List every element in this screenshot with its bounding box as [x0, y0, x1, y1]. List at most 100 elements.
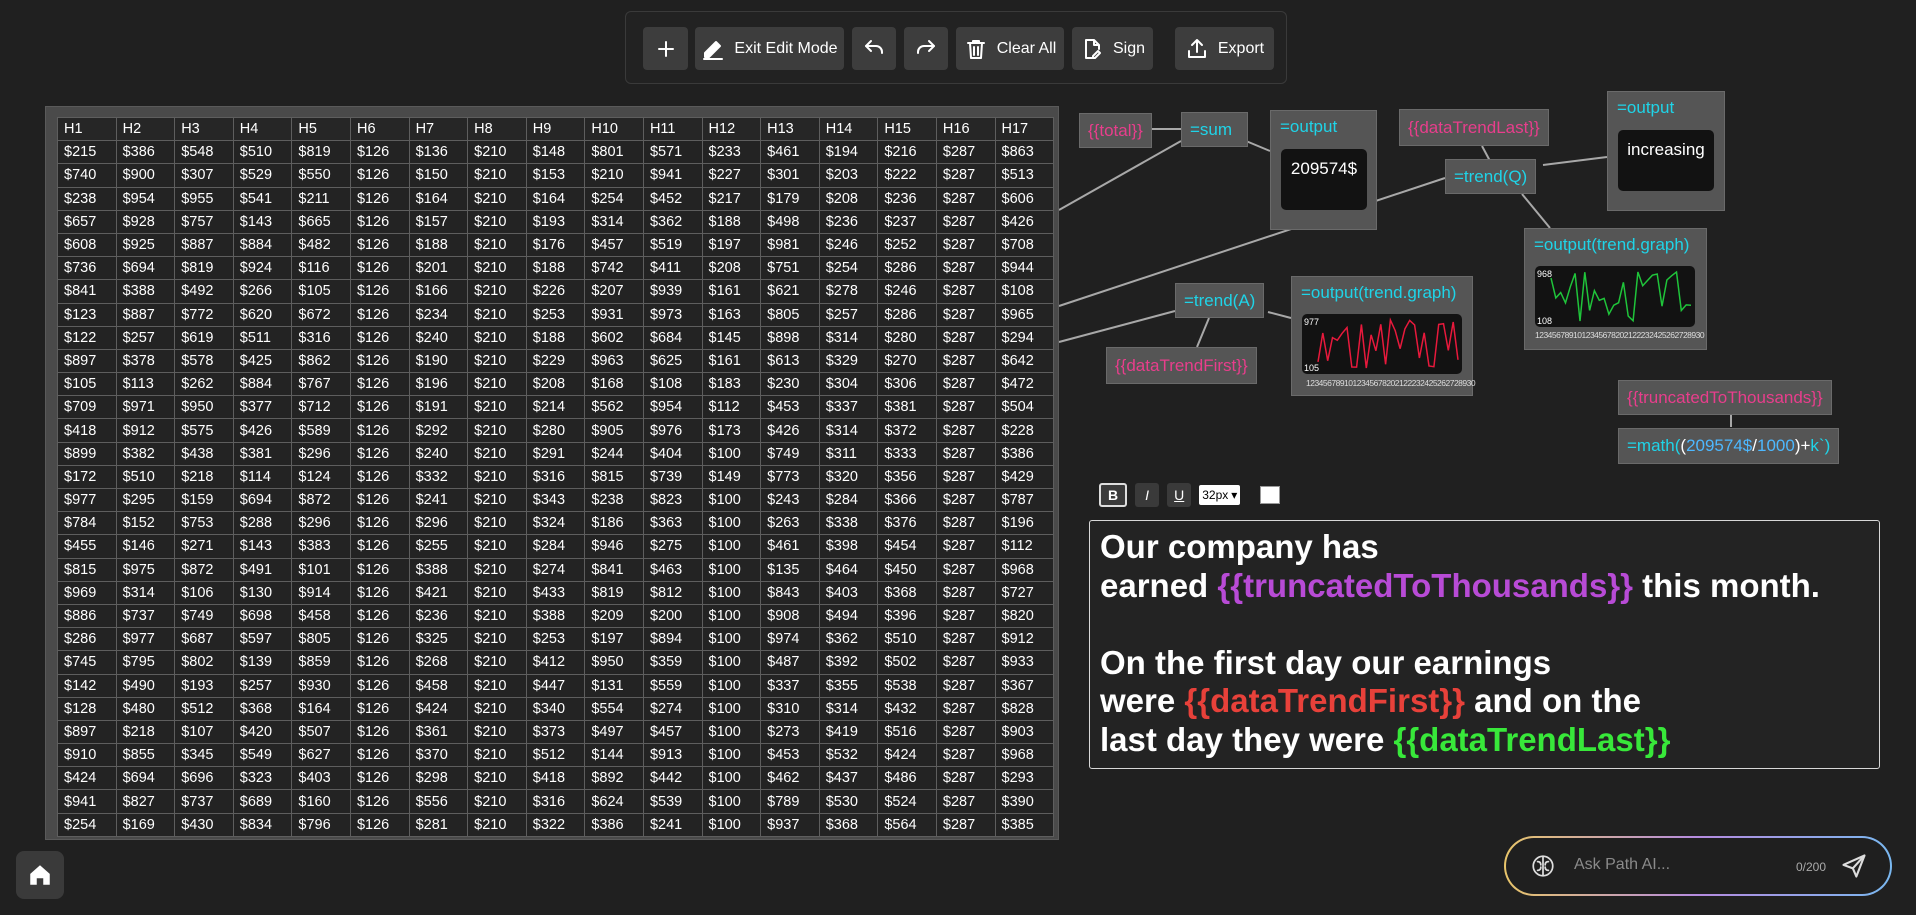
table-cell[interactable]: $955	[174, 186, 234, 211]
table-cell[interactable]: $529	[232, 163, 293, 188]
table-cell[interactable]: $903	[994, 719, 1055, 745]
table-cell[interactable]: $263	[760, 511, 820, 536]
table-cell[interactable]: $100	[701, 719, 762, 745]
font-size-select[interactable]: 32px ▾	[1199, 485, 1241, 505]
table-cell[interactable]: $784	[57, 511, 117, 536]
sign-button[interactable]: Sign	[1072, 27, 1153, 70]
table-cell[interactable]: $538	[877, 673, 937, 698]
table-cell[interactable]: $490	[115, 673, 176, 698]
table-cell[interactable]: $362	[642, 209, 703, 234]
table-cell[interactable]: $325	[408, 627, 469, 652]
table-cell[interactable]: $210	[467, 534, 527, 559]
table-cell[interactable]: $324	[525, 511, 586, 536]
table-cell[interactable]: $257	[818, 302, 879, 327]
table-cell[interactable]: $159	[174, 487, 234, 513]
table-cell[interactable]: $188	[701, 209, 762, 234]
table-cell[interactable]: $802	[174, 650, 234, 675]
data-trend-last-template-node[interactable]: {{dataTrendLast}}	[1399, 109, 1549, 146]
table-cell[interactable]: $510	[115, 464, 176, 490]
table-cell[interactable]: $437	[818, 766, 879, 791]
trend-graph-q-node[interactable]: =output(trend.graph) 968 108 12345678910…	[1524, 228, 1707, 350]
table-cell[interactable]: $749	[174, 603, 234, 629]
ask-ai-bar[interactable]: Ask Path AI... 0/200	[1504, 836, 1892, 896]
table-cell[interactable]: $146	[115, 534, 176, 559]
table-cell[interactable]: $210	[467, 302, 527, 327]
table-cell[interactable]: $218	[174, 464, 234, 490]
table-cell[interactable]: $455	[57, 534, 117, 559]
table-cell[interactable]: $386	[115, 140, 176, 165]
table-cell[interactable]: $296	[291, 511, 351, 536]
table-cell[interactable]: $210	[467, 557, 527, 582]
table-cell[interactable]: $316	[291, 325, 351, 350]
table-cell[interactable]: $910	[57, 743, 117, 768]
table-cell[interactable]: $480	[115, 696, 176, 721]
table-cell[interactable]: $820	[994, 603, 1055, 629]
table-cell[interactable]: $843	[760, 580, 820, 605]
table-cell[interactable]: $946	[584, 534, 644, 559]
table-cell[interactable]: $828	[994, 696, 1055, 721]
table-cell[interactable]: $805	[760, 302, 820, 327]
table-cell[interactable]: $296	[291, 441, 351, 466]
table-cell[interactable]: $100	[701, 743, 762, 768]
table-cell[interactable]: $507	[291, 719, 351, 745]
table-cell[interactable]: $274	[642, 696, 703, 721]
table-cell[interactable]: $280	[525, 418, 586, 443]
table-cell[interactable]: $753	[174, 511, 234, 536]
table-cell[interactable]: $432	[877, 696, 937, 721]
rich-text-editor[interactable]: Our company has earned {{truncatedToThou…	[1089, 520, 1880, 769]
table-cell[interactable]: $208	[525, 372, 586, 397]
table-cell[interactable]: $355	[818, 673, 879, 698]
table-cell[interactable]: $388	[525, 603, 586, 629]
table-cell[interactable]: $287	[935, 418, 996, 443]
table-cell[interactable]: $210	[467, 395, 527, 420]
table-cell[interactable]: $287	[935, 766, 996, 791]
table-cell[interactable]: $519	[642, 232, 703, 258]
table-cell[interactable]: $287	[935, 464, 996, 490]
table-cell[interactable]: $541	[232, 186, 293, 211]
table-cell[interactable]: $278	[818, 279, 879, 304]
table-cell[interactable]: $930	[291, 673, 351, 698]
table-cell[interactable]: $287	[935, 209, 996, 234]
table-cell[interactable]: $928	[115, 209, 176, 234]
table-cell[interactable]: $218	[115, 719, 176, 745]
table-cell[interactable]: $210	[467, 511, 527, 536]
table-cell[interactable]: $126	[349, 256, 410, 281]
table-cell[interactable]: $281	[408, 812, 469, 837]
column-header[interactable]: H10	[584, 116, 644, 142]
table-cell[interactable]: $559	[642, 673, 703, 698]
table-cell[interactable]: $689	[232, 789, 293, 814]
redo-button[interactable]	[904, 27, 948, 70]
table-cell[interactable]: $433	[525, 580, 586, 605]
table-cell[interactable]: $426	[994, 209, 1055, 234]
table-cell[interactable]: $403	[291, 766, 351, 791]
table-cell[interactable]: $301	[760, 163, 820, 188]
table-cell[interactable]: $530	[818, 789, 879, 814]
table-cell[interactable]: $255	[408, 534, 469, 559]
table-cell[interactable]: $512	[525, 743, 586, 768]
table-cell[interactable]: $887	[174, 232, 234, 258]
table-cell[interactable]: $161	[701, 348, 762, 374]
italic-button[interactable]: I	[1135, 483, 1160, 507]
table-cell[interactable]: $298	[408, 766, 469, 791]
table-cell[interactable]: $126	[349, 487, 410, 513]
table-cell[interactable]: $100	[701, 673, 762, 698]
table-cell[interactable]: $287	[935, 325, 996, 350]
table-cell[interactable]: $801	[584, 140, 644, 165]
table-cell[interactable]: $114	[232, 464, 293, 490]
table-cell[interactable]: $657	[57, 209, 117, 234]
table-cell[interactable]: $378	[115, 348, 176, 374]
table-cell[interactable]: $210	[467, 766, 527, 791]
table-cell[interactable]: $368	[818, 812, 879, 837]
table-cell[interactable]: $238	[584, 487, 644, 513]
table-cell[interactable]: $306	[877, 372, 937, 397]
table-cell[interactable]: $411	[642, 256, 703, 281]
column-header[interactable]: H12	[701, 116, 762, 142]
table-cell[interactable]: $392	[818, 650, 879, 675]
table-cell[interactable]: $606	[994, 186, 1055, 211]
table-cell[interactable]: $863	[994, 140, 1055, 165]
table-cell[interactable]: $872	[174, 557, 234, 582]
table-cell[interactable]: $287	[935, 140, 996, 165]
table-cell[interactable]: $210	[467, 789, 527, 814]
table-cell[interactable]: $977	[57, 487, 117, 513]
table-cell[interactable]: $390	[994, 789, 1055, 814]
